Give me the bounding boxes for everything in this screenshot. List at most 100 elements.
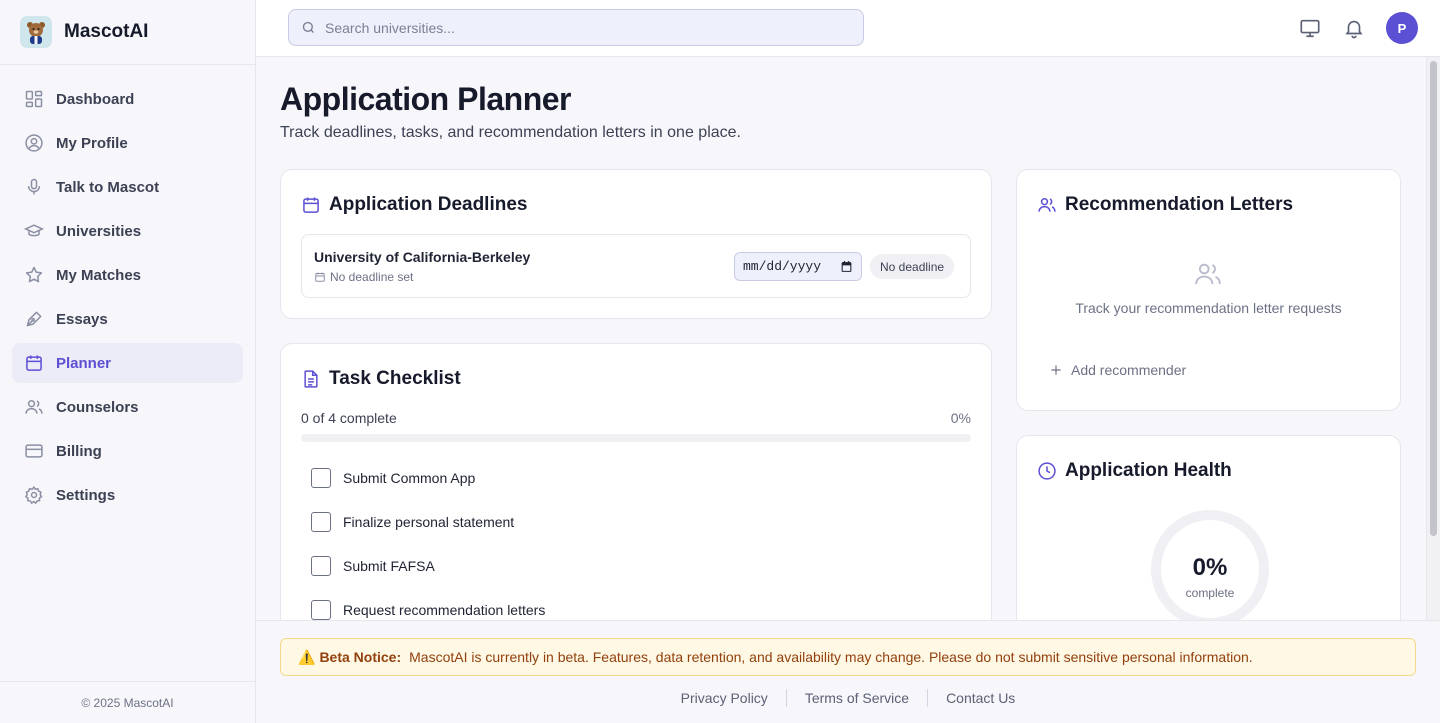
search-input[interactable] bbox=[325, 19, 845, 36]
brand-name: MascotAI bbox=[64, 21, 149, 42]
warning-icon: ⚠️ bbox=[298, 648, 316, 665]
task-checkbox[interactable] bbox=[311, 600, 331, 620]
footer: ⚠️ Beta Notice: MascotAI is currently in… bbox=[256, 620, 1440, 723]
sidebar-item-billing[interactable]: Billing bbox=[12, 431, 243, 471]
brand[interactable]: MascotAI bbox=[0, 0, 255, 65]
recommendations-card: Recommendation Letters Track your recomm… bbox=[1016, 169, 1401, 411]
topbar: P bbox=[256, 0, 1440, 57]
small-calendar-icon bbox=[314, 271, 326, 283]
task-checklist-card: Task Checklist 0 of 4 complete 0% Submit… bbox=[280, 343, 992, 620]
credit-card-icon bbox=[24, 441, 44, 461]
calendar-icon bbox=[301, 195, 321, 215]
deadline-status-text: No deadline set bbox=[330, 270, 414, 284]
deadline-date-input[interactable]: mm/dd/yyyy bbox=[734, 252, 862, 281]
grid-icon bbox=[24, 89, 44, 109]
microphone-icon bbox=[24, 177, 44, 197]
sidebar-item-universities[interactable]: Universities bbox=[12, 211, 243, 251]
sidebar-item-label: Universities bbox=[56, 222, 142, 240]
sidebar-item-label: Dashboard bbox=[56, 90, 135, 108]
task-label: Request recommendation letters bbox=[343, 602, 546, 618]
deadlines-card: Application Deadlines University of Cali… bbox=[280, 169, 992, 319]
deadline-status: No deadline set bbox=[314, 270, 413, 284]
users-empty-icon bbox=[1193, 259, 1223, 289]
graduation-cap-icon bbox=[24, 221, 44, 241]
sidebar-item-counselors[interactable]: Counselors bbox=[12, 387, 243, 427]
star-icon bbox=[24, 265, 44, 285]
plus-icon bbox=[1049, 363, 1063, 377]
sidebar-item-my-matches[interactable]: My Matches bbox=[12, 255, 243, 295]
sidebar-item-settings[interactable]: Settings bbox=[12, 475, 243, 515]
sidebar-item-label: Settings bbox=[56, 486, 116, 504]
pen-icon bbox=[24, 309, 44, 329]
avatar[interactable]: P bbox=[1386, 12, 1418, 44]
mascot-logo-icon bbox=[20, 16, 52, 48]
beta-notice-title: Beta Notice: bbox=[319, 649, 402, 665]
users-icon bbox=[24, 397, 44, 417]
task-checklist-title: Task Checklist bbox=[329, 368, 461, 389]
main-scrollbar[interactable] bbox=[1426, 57, 1440, 620]
sidebar: MascotAI Dashboard My Profile Talk to Ma… bbox=[0, 0, 256, 723]
task-item[interactable]: Request recommendation letters bbox=[311, 600, 545, 620]
sidebar-item-label: Planner bbox=[56, 354, 112, 372]
task-label: Submit Common App bbox=[343, 470, 476, 486]
clock-icon bbox=[1037, 461, 1057, 481]
main-content: Application Planner Track deadlines, tas… bbox=[256, 57, 1426, 620]
sidebar-item-planner[interactable]: Planner bbox=[12, 343, 243, 383]
date-placeholder: mm/dd/yyyy bbox=[743, 259, 822, 274]
university-name: University of California-Berkeley bbox=[314, 249, 531, 265]
deadlines-title: Application Deadlines bbox=[329, 194, 528, 215]
gear-icon bbox=[24, 485, 44, 505]
monitor-icon[interactable] bbox=[1299, 17, 1321, 39]
terms-of-service-link[interactable]: Terms of Service bbox=[787, 690, 927, 706]
progress-bar bbox=[301, 434, 971, 442]
bell-icon[interactable] bbox=[1343, 17, 1365, 39]
application-health-title: Application Health bbox=[1065, 460, 1232, 481]
task-label: Finalize personal statement bbox=[343, 514, 515, 530]
users-icon bbox=[1037, 195, 1057, 215]
footer-links: Privacy Policy Terms of Service Contact … bbox=[256, 689, 1440, 707]
page-subtitle: Track deadlines, tasks, and recommendati… bbox=[280, 124, 741, 141]
user-circle-icon bbox=[24, 133, 44, 153]
application-health-card: Application Health 0% complete bbox=[1016, 435, 1401, 620]
search-box[interactable] bbox=[288, 9, 864, 46]
contact-us-link[interactable]: Contact Us bbox=[928, 690, 1033, 706]
deadline-badge: No deadline bbox=[870, 254, 955, 279]
search-icon bbox=[301, 20, 316, 35]
task-item[interactable]: Submit FAFSA bbox=[311, 556, 435, 576]
sidebar-item-label: My Matches bbox=[56, 266, 142, 284]
document-icon bbox=[301, 369, 321, 389]
task-label: Submit FAFSA bbox=[343, 558, 435, 574]
task-item[interactable]: Finalize personal statement bbox=[311, 512, 514, 532]
task-checkbox[interactable] bbox=[311, 556, 331, 576]
sidebar-item-my-profile[interactable]: My Profile bbox=[12, 123, 243, 163]
task-item[interactable]: Submit Common App bbox=[311, 468, 475, 488]
privacy-policy-link[interactable]: Privacy Policy bbox=[663, 690, 786, 706]
sidebar-copyright: © 2025 MascotAI bbox=[0, 681, 255, 723]
sidebar-item-label: My Profile bbox=[56, 134, 128, 152]
sidebar-item-essays[interactable]: Essays bbox=[12, 299, 243, 339]
recommendations-empty-text: Track your recommendation letter request… bbox=[1075, 300, 1342, 316]
scrollbar-thumb[interactable] bbox=[1430, 61, 1437, 536]
deadline-row: University of California-Berkeley No dea… bbox=[301, 234, 971, 298]
health-percent: 0% bbox=[1192, 554, 1228, 581]
progress-percent: 0% bbox=[950, 410, 971, 426]
task-checkbox[interactable] bbox=[311, 512, 331, 532]
beta-notice-text: MascotAI is currently in beta. Features,… bbox=[409, 649, 1253, 665]
progress-label: 0 of 4 complete bbox=[301, 410, 397, 426]
add-recommender-button[interactable]: Add recommender bbox=[1049, 362, 1186, 378]
sidebar-item-label: Billing bbox=[56, 442, 102, 460]
sidebar-item-dashboard[interactable]: Dashboard bbox=[12, 79, 243, 119]
calendar-icon bbox=[24, 353, 44, 373]
sidebar-nav: Dashboard My Profile Talk to Mascot Univ… bbox=[0, 65, 255, 515]
page-title: Application Planner bbox=[280, 81, 571, 117]
beta-notice: ⚠️ Beta Notice: MascotAI is currently in… bbox=[280, 638, 1416, 676]
task-checkbox[interactable] bbox=[311, 468, 331, 488]
recommendations-title: Recommendation Letters bbox=[1065, 194, 1294, 215]
sidebar-item-talk-to-mascot[interactable]: Talk to Mascot bbox=[12, 167, 243, 207]
add-recommender-label: Add recommender bbox=[1071, 362, 1187, 378]
sidebar-item-label: Essays bbox=[56, 310, 108, 328]
sidebar-item-label: Talk to Mascot bbox=[56, 178, 160, 196]
health-label: complete bbox=[1185, 586, 1235, 600]
sidebar-item-label: Counselors bbox=[56, 398, 139, 416]
calendar-picker-icon[interactable] bbox=[840, 260, 853, 273]
